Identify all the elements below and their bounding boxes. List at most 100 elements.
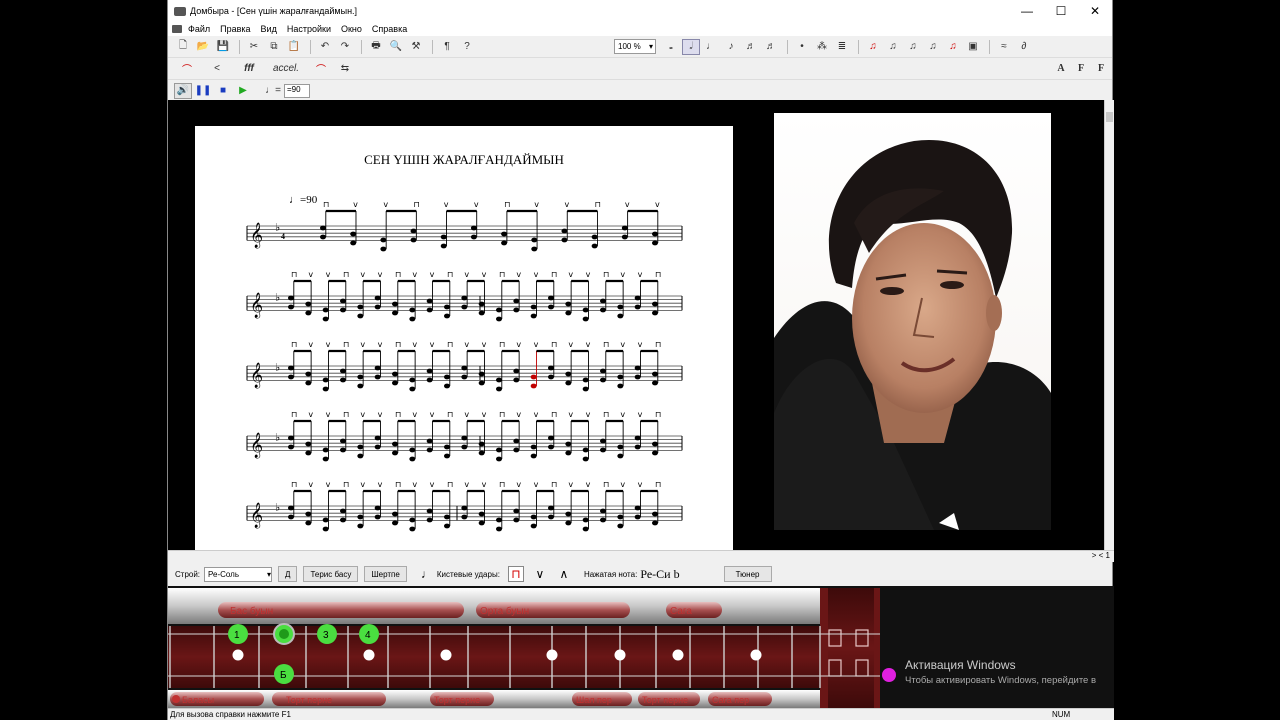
note-head[interactable]: [478, 511, 485, 517]
note-head[interactable]: [440, 234, 447, 240]
note-head[interactable]: [600, 298, 606, 304]
print-icon[interactable]: 🖶: [367, 39, 385, 55]
note-head[interactable]: [478, 310, 485, 316]
note-head[interactable]: [478, 520, 485, 526]
note-head[interactable]: [634, 295, 641, 301]
note-head[interactable]: [444, 514, 450, 520]
note-head[interactable]: [582, 456, 589, 462]
note-head[interactable]: [357, 313, 364, 319]
eighth-note-icon[interactable]: ♪: [722, 39, 740, 55]
note-head[interactable]: [561, 228, 568, 234]
note-head[interactable]: [548, 505, 554, 511]
note-head[interactable]: [652, 450, 658, 456]
note-head[interactable]: [548, 435, 554, 441]
save-icon[interactable]: 💾: [214, 39, 232, 55]
note-head[interactable]: [322, 386, 329, 392]
note-head[interactable]: [444, 444, 450, 450]
vertical-scrollbar[interactable]: [1104, 100, 1114, 550]
note-head[interactable]: [582, 316, 589, 322]
note-head[interactable]: [322, 307, 329, 313]
note-head[interactable]: [530, 313, 537, 319]
paragraph-icon[interactable]: ¶: [438, 39, 456, 55]
note-head[interactable]: [634, 435, 641, 441]
beam-dots-icon[interactable]: ▣: [964, 39, 982, 55]
note-head[interactable]: [409, 456, 416, 462]
note-head[interactable]: [380, 246, 387, 252]
grace-icon[interactable]: ≈: [995, 39, 1013, 55]
auto-dynamics-icon[interactable]: ⌒: [174, 61, 200, 77]
note-head[interactable]: [548, 304, 554, 310]
note-head[interactable]: [380, 237, 387, 243]
note-head[interactable]: [478, 380, 485, 386]
cut-icon[interactable]: ✂: [245, 39, 263, 55]
note-head[interactable]: [600, 517, 606, 523]
note-head[interactable]: [444, 304, 450, 310]
note-head[interactable]: [461, 304, 468, 310]
note-head[interactable]: [461, 514, 468, 520]
note-head[interactable]: [409, 377, 416, 383]
note-head[interactable]: [496, 307, 502, 313]
note-head[interactable]: [617, 523, 624, 529]
staff-system[interactable]: 𝄞 ♭ ⊓ v v ⊓ v v ⊓ v v ⊓ v v ⊓ v v ⊓ v v ⊓ v v ⊓: [246, 410, 683, 462]
undo-icon[interactable]: ↶: [316, 39, 334, 55]
note-head[interactable]: [478, 441, 485, 447]
note-head[interactable]: [357, 304, 364, 310]
note-head[interactable]: [565, 441, 572, 447]
note-head[interactable]: [478, 450, 485, 456]
fff-icon[interactable]: fff: [234, 61, 264, 77]
note-head[interactable]: [565, 371, 572, 377]
upstroke-v-icon[interactable]: ∨: [532, 566, 548, 582]
note-head[interactable]: [426, 438, 433, 444]
note-head[interactable]: [288, 444, 294, 450]
note-head[interactable]: [374, 444, 381, 450]
note-head[interactable]: [565, 380, 572, 386]
staff-system[interactable]: 𝄞 ♭ ⊓ v v ⊓ v v ⊓ v v ⊓ v v ⊓ v v ⊓ v v ⊓ v v ⊓: [246, 270, 683, 322]
note-head[interactable]: [652, 240, 658, 246]
note-head[interactable]: [530, 453, 537, 459]
note-head[interactable]: [470, 234, 477, 240]
note-head[interactable]: [410, 237, 417, 243]
note-head[interactable]: [305, 450, 312, 456]
note-head[interactable]: [652, 301, 658, 307]
note-head[interactable]: [392, 371, 398, 377]
note-head[interactable]: [357, 374, 364, 380]
note-head[interactable]: [617, 374, 624, 380]
note-head[interactable]: [470, 225, 477, 231]
whole-note-icon[interactable]: 𝅝: [662, 39, 680, 55]
tuner-button[interactable]: Тюнер: [723, 566, 772, 582]
note-head[interactable]: [409, 386, 416, 392]
note-head[interactable]: [548, 295, 554, 301]
note-head[interactable]: [288, 365, 294, 371]
note-head[interactable]: [392, 441, 398, 447]
note-head[interactable]: [600, 438, 606, 444]
note-head[interactable]: [600, 307, 606, 313]
note-head[interactable]: [617, 453, 624, 459]
note-head[interactable]: [582, 517, 589, 523]
note-head[interactable]: [410, 228, 417, 234]
thirtysecond-note-icon[interactable]: ♬: [762, 39, 780, 55]
note-head[interactable]: [305, 520, 312, 526]
note-head[interactable]: [478, 301, 485, 307]
note-head[interactable]: [440, 243, 447, 249]
note-head[interactable]: [652, 310, 658, 316]
note-head[interactable]: [426, 447, 433, 453]
note-head[interactable]: [305, 511, 312, 517]
note-head[interactable]: [496, 517, 502, 523]
note-head[interactable]: [652, 520, 658, 526]
note-head[interactable]: [357, 444, 364, 450]
note-head[interactable]: [496, 316, 502, 322]
note-head[interactable]: [426, 298, 433, 304]
tempo-input[interactable]: =90: [284, 83, 310, 98]
staff-system[interactable]: 𝄞 ♭ ⊓ v v ⊓ v v ⊓ v v ⊓ v v ⊓ v v ⊓ v v ⊓ v v ⊓: [246, 340, 683, 392]
note-head[interactable]: [652, 511, 658, 517]
note-head[interactable]: [322, 517, 329, 523]
note-head[interactable]: [565, 301, 572, 307]
note-head[interactable]: [530, 383, 537, 389]
note-head[interactable]: [591, 234, 598, 240]
note-head[interactable]: [496, 377, 502, 383]
note-head[interactable]: [357, 453, 364, 459]
beam-join-icon[interactable]: ♫: [904, 39, 922, 55]
note-head[interactable]: [374, 304, 381, 310]
rest-icon[interactable]: ≣: [833, 39, 851, 55]
note-head[interactable]: [461, 295, 468, 301]
